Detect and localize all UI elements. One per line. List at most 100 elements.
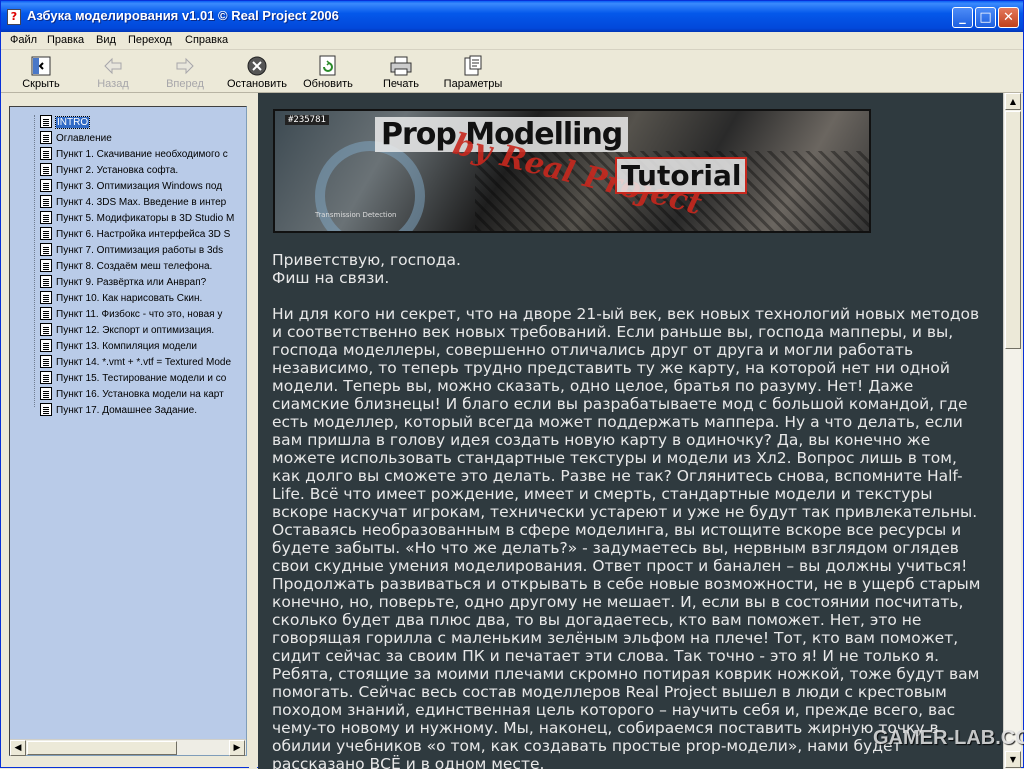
page-icon: [40, 115, 52, 128]
page-icon: [40, 195, 52, 208]
page-icon: [40, 355, 52, 368]
tree-item[interactable]: INTRO: [40, 115, 91, 131]
tree-item-label: Пункт 13. Компиляция модели: [56, 341, 197, 352]
refresh-button[interactable]: Обновить: [299, 53, 357, 91]
tree-item-label: Пункт 16. Установка модели на карт: [56, 389, 224, 400]
tree-item-label: Пункт 1. Скачивание необходимого с: [56, 149, 228, 160]
minimize-button[interactable]: _: [952, 7, 973, 28]
tree-item-label: Пункт 17. Домашнее Задание.: [56, 405, 198, 416]
tree-item[interactable]: Пункт 2. Установка софта.: [40, 163, 178, 179]
tree-item-label: Пункт 15. Тестирование модели и со: [56, 373, 227, 384]
tree-item[interactable]: Пункт 12. Экспорт и оптимизация.: [40, 323, 214, 339]
print-button[interactable]: Печать: [377, 53, 425, 91]
tree-item[interactable]: Пункт 14. *.vmt + *.vtf = Textured Mode: [40, 355, 231, 371]
tree-horizontal-scrollbar[interactable]: ◀ ▶: [10, 739, 246, 756]
tree-item-label: Пункт 7. Оптимизация работы в 3ds: [56, 245, 224, 256]
content-vertical-scrollbar[interactable]: ▲ ▼: [1003, 93, 1021, 769]
scroll-right-button[interactable]: ▶: [229, 740, 245, 756]
help-app-icon: ?: [7, 9, 21, 25]
stop-icon: [245, 55, 269, 77]
app-window: ? Азбука моделирования v1.01 © Real Proj…: [0, 0, 1024, 769]
banner-circle-graphic: [315, 141, 425, 231]
tree-item[interactable]: Пункт 16. Установка модели на карт: [40, 387, 224, 403]
site-watermark: GAMER-LAB.COM: [873, 727, 1024, 749]
page-icon: [40, 403, 52, 416]
pane-splitter[interactable]: [249, 93, 257, 769]
tree-item[interactable]: Пункт 13. Компиляция модели: [40, 339, 197, 355]
page-icon: [40, 243, 52, 256]
back-arrow-icon: [101, 55, 125, 77]
options-icon: [461, 55, 485, 77]
menu-view[interactable]: Вид: [96, 34, 116, 46]
tree-item[interactable]: Пункт 15. Тестирование модели и со: [40, 371, 226, 387]
tree-item-label: Пункт 6. Настройка интерфейса 3D S: [56, 229, 231, 240]
page-icon: [40, 291, 52, 304]
page-icon: [40, 387, 52, 400]
tree-item-label: Пункт 12. Экспорт и оптимизация.: [56, 325, 215, 336]
menu-edit[interactable]: Правка: [47, 34, 84, 46]
maximize-button[interactable]: □: [975, 7, 996, 28]
page-icon: [40, 211, 52, 224]
page-icon: [40, 323, 52, 336]
close-button[interactable]: ✕: [998, 7, 1019, 28]
stop-button[interactable]: Остановить: [223, 53, 291, 91]
contents-tree: INTRO Оглавление Пункт 1. Скачивание необх…: [10, 107, 246, 739]
tree-item-label: Пункт 4. 3DS Max. Введение в интер: [56, 197, 227, 208]
tree-item[interactable]: Пункт 4. 3DS Max. Введение в интер: [40, 195, 226, 211]
menu-bar: Файл Правка Вид Переход Справка: [1, 32, 1023, 50]
tree-item[interactable]: Оглавление: [40, 131, 112, 147]
page-icon: [40, 147, 52, 160]
tree-item[interactable]: Пункт 5. Модификаторы в 3D Studio M: [40, 211, 234, 227]
tree-item-label: Пункт 10. Как нарисовать Скин.: [56, 293, 203, 304]
tree-item[interactable]: Пункт 8. Создаём меш телефона.: [40, 259, 212, 275]
title-bar[interactable]: ? Азбука моделирования v1.01 © Real Proj…: [1, 1, 1023, 32]
article-text: Приветствую, господа. Фиш на связи. Ни дл…: [272, 251, 988, 769]
page-icon: [40, 371, 52, 384]
page-icon: [40, 259, 52, 272]
page-icon: [40, 307, 52, 320]
tree-item-label: Пункт 3. Оптимизация Windows под: [56, 181, 223, 192]
tree-item-label: Пункт 9. Развёртка или Анврап?: [56, 277, 207, 288]
content-pane: #235781 Prop Modelling by Real Project T…: [258, 93, 1003, 769]
hide-pane-icon: [29, 55, 53, 77]
tree-item-label: Пункт 11. Физбокс - что это, новая у: [56, 309, 223, 320]
tree-item[interactable]: Пункт 10. Как нарисовать Скин.: [40, 291, 202, 307]
menu-file[interactable]: Файл: [10, 34, 37, 46]
tree-item[interactable]: Пункт 6. Настройка интерфейса 3D S: [40, 227, 230, 243]
banner-subtitle: Tutorial: [615, 157, 748, 194]
menu-help[interactable]: Справка: [185, 34, 228, 46]
tree-item-label: Пункт 8. Создаём меш телефона.: [56, 261, 213, 272]
tree-item-label: INTRO: [54, 116, 91, 129]
page-icon: [40, 163, 52, 176]
menu-go[interactable]: Переход: [128, 34, 172, 46]
refresh-icon: [316, 55, 340, 77]
page-icon: [40, 227, 52, 240]
tree-item[interactable]: Пункт 11. Физбокс - что это, новая у: [40, 307, 222, 323]
toolbar: Скрыть Назад Вперед Остановить Обновить: [1, 51, 1023, 93]
page-icon: [40, 339, 52, 352]
forward-button[interactable]: Вперед: [159, 53, 211, 91]
back-button[interactable]: Назад: [89, 53, 137, 91]
hide-button[interactable]: Скрыть: [17, 53, 65, 91]
options-button[interactable]: Параметры: [441, 53, 505, 91]
tree-item-label: Пункт 5. Модификаторы в 3D Studio M: [56, 213, 235, 224]
tree-connector: [34, 115, 35, 407]
article-paragraph: Приветствую, господа. Фиш на связи.: [272, 251, 461, 287]
tree-item-label: Пункт 14. *.vmt + *.vtf = Textured Mode: [56, 357, 231, 368]
page-icon: [40, 131, 52, 144]
scroll-thumb[interactable]: [27, 741, 177, 755]
tree-item[interactable]: Пункт 1. Скачивание необходимого с: [40, 147, 228, 163]
tree-item-label: Оглавление: [56, 133, 112, 144]
tree-item[interactable]: Пункт 7. Оптимизация работы в 3ds: [40, 243, 223, 259]
forward-arrow-icon: [173, 55, 197, 77]
tree-item[interactable]: Пункт 9. Развёртка или Анврап?: [40, 275, 206, 291]
content-scroll-thumb[interactable]: [1005, 111, 1021, 349]
scroll-down-button[interactable]: ▼: [1005, 751, 1021, 768]
printer-icon: [389, 55, 413, 77]
tree-item[interactable]: Пункт 17. Домашнее Задание.: [40, 403, 197, 419]
tree-item[interactable]: Пункт 3. Оптимизация Windows под: [40, 179, 222, 195]
banner-tag: #235781: [285, 115, 329, 125]
scroll-left-button[interactable]: ◀: [10, 740, 26, 756]
scroll-up-button[interactable]: ▲: [1005, 93, 1021, 110]
page-icon: [40, 275, 52, 288]
